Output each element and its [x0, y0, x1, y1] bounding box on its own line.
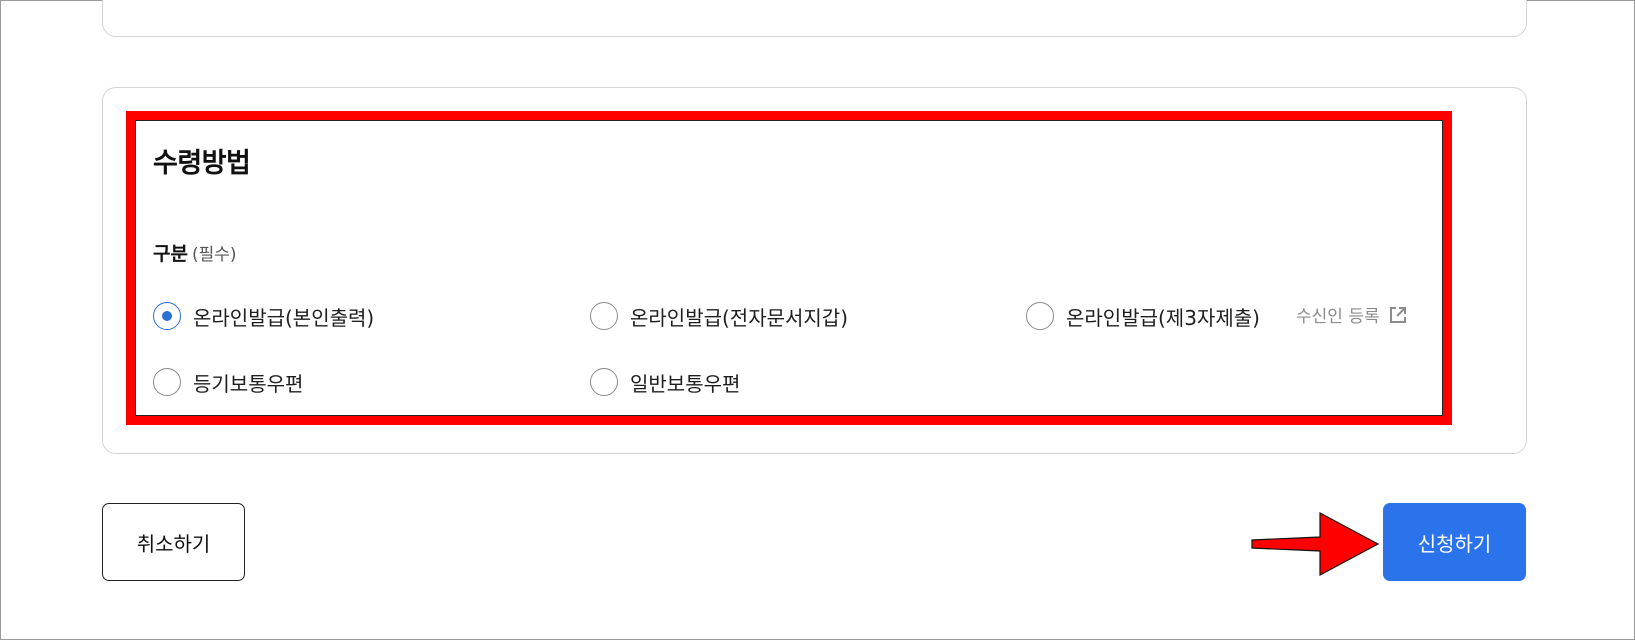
submit-button[interactable]: 신청하기 — [1383, 503, 1526, 581]
external-link-icon — [1389, 306, 1406, 323]
radio-option-registered-mail[interactable]: 등기보통우편 — [153, 366, 303, 398]
delivery-method-card — [102, 87, 1527, 454]
radio-label: 온라인발급(제3자제출) — [1066, 305, 1260, 330]
radio-option-online-third-party[interactable]: 온라인발급(제3자제출) — [1026, 300, 1260, 332]
cancel-button[interactable]: 취소하기 — [102, 503, 245, 581]
radio-button-checked[interactable] — [153, 302, 181, 330]
pointer-arrow-icon — [1251, 511, 1380, 577]
field-label: 구분 (필수) — [153, 239, 237, 266]
recipient-register-label: 수신인 등록 — [1296, 307, 1380, 327]
radio-label: 온라인발급(전자문서지갑) — [630, 305, 849, 330]
radio-label: 일반보통우편 — [630, 371, 741, 396]
radio-button[interactable] — [1026, 302, 1054, 330]
previous-section-card — [102, 0, 1527, 37]
radio-button[interactable] — [590, 302, 618, 330]
radio-option-online-e-wallet[interactable]: 온라인발급(전자문서지갑) — [590, 300, 848, 332]
required-indicator: (필수) — [191, 245, 237, 265]
radio-label: 온라인발급(본인출력) — [193, 305, 375, 330]
radio-label: 등기보통우편 — [193, 371, 304, 396]
radio-button[interactable] — [153, 368, 181, 396]
section-title: 수령방법 — [153, 148, 251, 179]
radio-option-online-self-print[interactable]: 온라인발급(본인출력) — [153, 300, 374, 332]
field-label-text: 구분 — [153, 243, 188, 265]
radio-button[interactable] — [590, 368, 618, 396]
radio-option-regular-mail[interactable]: 일반보통우편 — [590, 366, 740, 398]
recipient-register-link[interactable]: 수신인 등록 — [1296, 302, 1408, 327]
